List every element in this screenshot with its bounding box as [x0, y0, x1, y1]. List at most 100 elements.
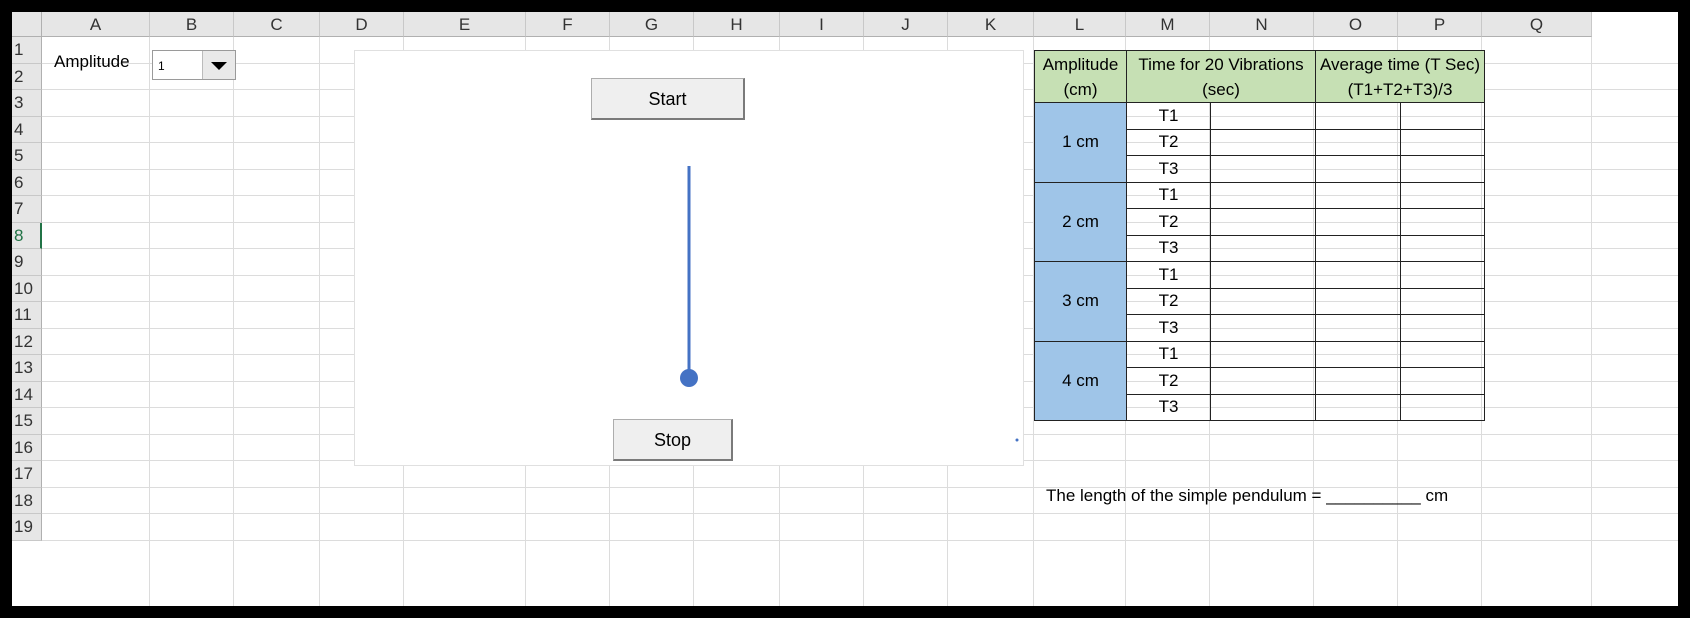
average-cell-p[interactable] — [1400, 340, 1485, 368]
row-header-16[interactable]: 16 — [12, 434, 42, 461]
row-header-6[interactable]: 6 — [12, 169, 42, 196]
time-value-cell[interactable] — [1210, 314, 1316, 342]
average-cell-p[interactable] — [1400, 155, 1485, 183]
row-header-13[interactable]: 13 — [12, 355, 42, 382]
average-cell-p[interactable] — [1400, 128, 1485, 156]
cell-a1[interactable]: Amplitude — [54, 52, 130, 72]
row-header-17[interactable]: 17 — [12, 461, 42, 488]
chevron-down-icon[interactable] — [202, 51, 235, 79]
average-cell-o[interactable] — [1315, 234, 1401, 262]
amplitude-cell[interactable]: 4 cm — [1034, 340, 1127, 421]
average-cell-p[interactable] — [1400, 314, 1485, 342]
row-header-8[interactable]: 8 — [12, 222, 42, 249]
trial-label[interactable]: T3 — [1126, 234, 1211, 262]
column-header-l[interactable]: L — [1034, 12, 1126, 37]
row-header-7[interactable]: 7 — [12, 196, 42, 223]
average-cell-o[interactable] — [1315, 314, 1401, 342]
row-header-2[interactable]: 2 — [12, 63, 42, 90]
column-header-a[interactable]: A — [42, 12, 150, 37]
row-header-14[interactable]: 14 — [12, 381, 42, 408]
average-cell-p[interactable] — [1400, 234, 1485, 262]
trial-label[interactable]: T1 — [1126, 340, 1211, 368]
average-cell-o[interactable] — [1315, 261, 1401, 289]
header-time: Time for 20 Vibrations (sec) — [1126, 50, 1316, 103]
average-cell-o[interactable] — [1315, 287, 1401, 315]
row-header-4[interactable]: 4 — [12, 116, 42, 143]
column-header-c[interactable]: C — [234, 12, 320, 37]
column-header-g[interactable]: G — [610, 12, 694, 37]
average-cell-o[interactable] — [1315, 340, 1401, 368]
average-cell-p[interactable] — [1400, 261, 1485, 289]
amplitude-cell[interactable]: 2 cm — [1034, 181, 1127, 262]
trial-label[interactable]: T3 — [1126, 155, 1211, 183]
time-value-cell[interactable] — [1210, 102, 1316, 130]
row-header-19[interactable]: 19 — [12, 514, 42, 541]
column-header-n[interactable]: N — [1210, 12, 1314, 37]
row-header-9[interactable]: 9 — [12, 249, 42, 276]
trial-label[interactable]: T3 — [1126, 393, 1211, 421]
trial-label[interactable]: T2 — [1126, 287, 1211, 315]
time-value-cell[interactable] — [1210, 393, 1316, 421]
trial-label[interactable]: T2 — [1126, 128, 1211, 156]
trial-label[interactable]: T2 — [1126, 367, 1211, 395]
row-header-15[interactable]: 15 — [12, 408, 42, 435]
column-header-p[interactable]: P — [1398, 12, 1482, 37]
stop-button[interactable]: Stop — [613, 419, 733, 461]
row-header-11[interactable]: 11 — [12, 302, 42, 329]
trial-label[interactable]: T1 — [1126, 102, 1211, 130]
column-header-q[interactable]: Q — [1482, 12, 1592, 37]
time-value-cell[interactable] — [1210, 128, 1316, 156]
time-value-cell[interactable] — [1210, 234, 1316, 262]
row-header-1[interactable]: 1 — [12, 37, 42, 64]
average-cell-o[interactable] — [1315, 128, 1401, 156]
trial-label[interactable]: T3 — [1126, 314, 1211, 342]
column-header-f[interactable]: F — [526, 12, 610, 37]
trial-label[interactable]: T1 — [1126, 261, 1211, 289]
column-header-h[interactable]: H — [694, 12, 780, 37]
column-header-j[interactable]: J — [864, 12, 948, 37]
trial-label[interactable]: T2 — [1126, 208, 1211, 236]
spreadsheet[interactable]: ABCDEFGHIJKLMNOPQ 1 2 3 4 5 6 7 8 9 10 11 12 13 14 15 1… — [12, 12, 1678, 606]
header-amplitude: Amplitude (cm) — [1034, 50, 1127, 103]
average-cell-o[interactable] — [1315, 102, 1401, 130]
time-value-cell[interactable] — [1210, 287, 1316, 315]
column-header-m[interactable]: M — [1126, 12, 1210, 37]
column-header-b[interactable]: B — [150, 12, 234, 37]
average-cell-o[interactable] — [1315, 181, 1401, 209]
time-value-cell[interactable] — [1210, 208, 1316, 236]
pendulum — [680, 166, 1019, 442]
time-value-cell[interactable] — [1210, 155, 1316, 183]
row-header-12[interactable]: 12 — [12, 328, 42, 355]
average-cell-o[interactable] — [1315, 208, 1401, 236]
average-cell-p[interactable] — [1400, 181, 1485, 209]
average-cell-p[interactable] — [1400, 367, 1485, 395]
amplitude-cell[interactable]: 3 cm — [1034, 261, 1127, 342]
amplitude-cell[interactable]: 1 cm — [1034, 102, 1127, 183]
column-header-o[interactable]: O — [1314, 12, 1398, 37]
results-table: Amplitude (cm) Time for 20 Vibrations (s… — [1034, 50, 1485, 421]
trial-label[interactable]: T1 — [1126, 181, 1211, 209]
average-cell-o[interactable] — [1315, 393, 1401, 421]
row-header-3[interactable]: 3 — [12, 90, 42, 117]
panel-dot — [1015, 438, 1019, 442]
average-cell-p[interactable] — [1400, 287, 1485, 315]
row-header-10[interactable]: 10 — [12, 275, 42, 302]
time-value-cell[interactable] — [1210, 181, 1316, 209]
average-cell-o[interactable] — [1315, 155, 1401, 183]
dropdown-value: 1 — [158, 59, 165, 73]
amplitude-dropdown[interactable]: 1 — [152, 50, 236, 80]
column-header-d[interactable]: D — [320, 12, 404, 37]
column-header-e[interactable]: E — [404, 12, 526, 37]
column-header-k[interactable]: K — [948, 12, 1034, 37]
column-header-i[interactable]: I — [780, 12, 864, 37]
row-header-5[interactable]: 5 — [12, 143, 42, 170]
select-all-corner[interactable] — [12, 12, 42, 37]
average-cell-o[interactable] — [1315, 367, 1401, 395]
row-header-18[interactable]: 18 — [12, 487, 42, 514]
average-cell-p[interactable] — [1400, 393, 1485, 421]
average-cell-p[interactable] — [1400, 102, 1485, 130]
time-value-cell[interactable] — [1210, 261, 1316, 289]
average-cell-p[interactable] — [1400, 208, 1485, 236]
time-value-cell[interactable] — [1210, 340, 1316, 368]
time-value-cell[interactable] — [1210, 367, 1316, 395]
